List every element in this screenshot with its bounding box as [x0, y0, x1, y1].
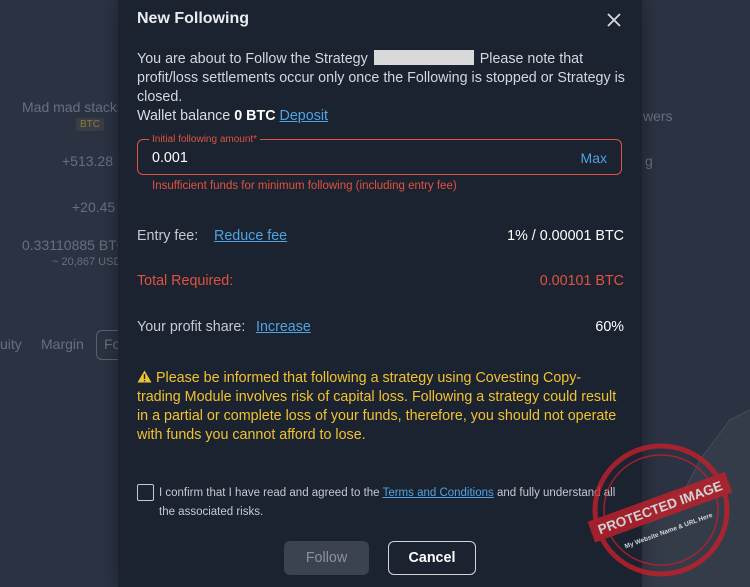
entry-fee-value: 1% / 0.00001 BTC — [507, 228, 624, 244]
total-required-value: 0.00101 BTC — [539, 273, 624, 289]
bg-right-label: wers — [643, 108, 673, 124]
confirm-text: I confirm that I have read and agreed to… — [159, 484, 619, 522]
profit-share-row: Your profit share: Increase 60% — [137, 319, 624, 339]
bg-stat-1: +513.28 — [62, 153, 113, 169]
follow-button[interactable]: Follow — [284, 541, 369, 575]
modal-title: New Following — [137, 10, 249, 27]
reduce-fee-link[interactable]: Reduce fee — [214, 228, 287, 244]
max-button[interactable]: Max — [581, 150, 607, 166]
bg-strategy-name: Mad mad stacks — [22, 99, 124, 115]
bg-tag: BTC — [76, 118, 104, 131]
total-required-row: Total Required: 0.00101 BTC — [137, 273, 624, 293]
profit-share-value: 60% — [595, 319, 624, 335]
amount-error: Insufficient funds for minimum following… — [152, 180, 457, 192]
amount-label: Initial following amount* — [149, 134, 261, 145]
bg-stat-2: +20.45 — [72, 199, 116, 215]
cancel-button[interactable]: Cancel — [388, 541, 476, 575]
stamp-main-text: PROTECTED IMAGE — [596, 478, 724, 537]
total-required-label: Total Required: — [137, 273, 234, 289]
terms-link[interactable]: Terms and Conditions — [383, 487, 494, 499]
amount-field: Initial following amount* Max — [137, 134, 622, 175]
wallet-balance: Wallet balance 0 BTC Deposit — [137, 108, 328, 124]
confirm-checkbox[interactable] — [137, 484, 154, 501]
profit-share-label: Your profit share: — [137, 319, 246, 335]
amount-input[interactable] — [152, 148, 532, 168]
deposit-link[interactable]: Deposit — [280, 108, 328, 124]
entry-fee-row: Entry fee: Reduce fee 1% / 0.00001 BTC — [137, 228, 624, 248]
bg-usd-value: ~ 20,867 USD — [52, 256, 122, 268]
bg-tab-margin: Margin — [41, 336, 84, 352]
bg-btc-value: 0.33110885 BTC — [22, 237, 127, 253]
entry-fee-label: Entry fee: — [137, 228, 199, 244]
close-icon[interactable] — [605, 11, 623, 29]
bg-right-small: g — [645, 153, 653, 169]
protected-image-stamp: PROTECTED IMAGE My Website Name & URL He… — [587, 443, 733, 577]
warning-text: Please be informed that following a stra… — [137, 370, 617, 443]
risk-warning: Please be informed that following a stra… — [137, 369, 617, 445]
intro-before: You are about to Follow the Strategy — [137, 51, 368, 67]
new-following-modal: New Following You are about to Follow th… — [118, 0, 642, 587]
bg-tab-equity: uity — [0, 336, 22, 352]
confirm-before: I confirm that I have read and agreed to… — [159, 487, 380, 499]
wallet-value: 0 BTC — [234, 108, 276, 124]
increase-link[interactable]: Increase — [256, 319, 311, 335]
redacted-strategy-name — [373, 50, 474, 65]
wallet-label: Wallet balance — [137, 108, 231, 124]
intro-text: You are about to Follow the Strategy Ple… — [137, 50, 627, 107]
warning-icon — [137, 370, 152, 383]
